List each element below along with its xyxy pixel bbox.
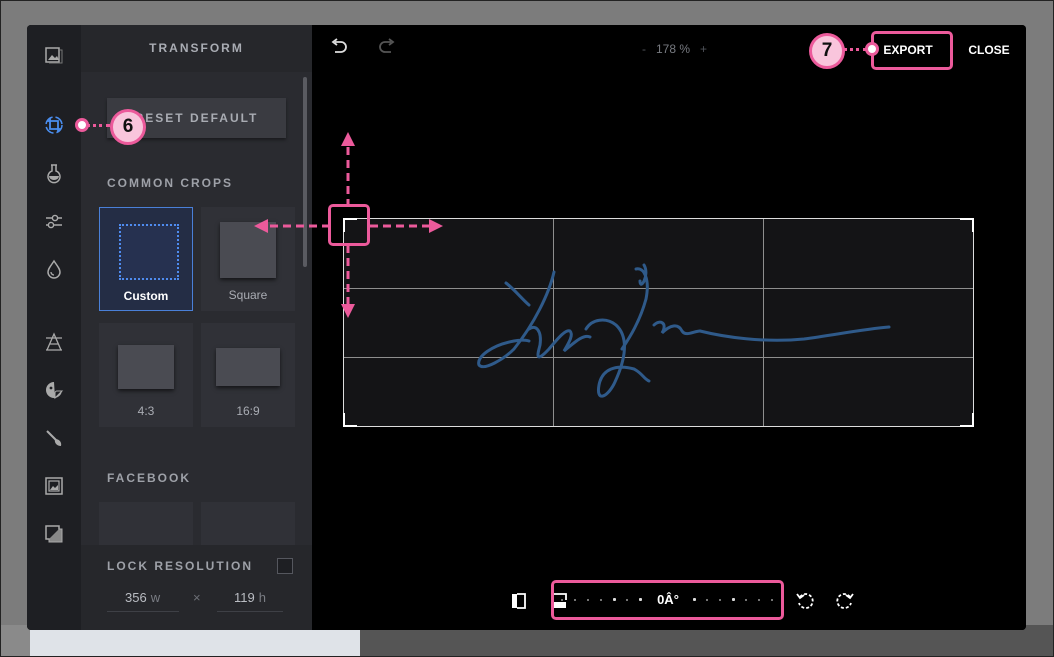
- callout-connector: [86, 124, 110, 127]
- rotation-callout: [551, 580, 784, 620]
- export-callout: [871, 31, 953, 70]
- callout-badge-7: 7: [809, 33, 845, 69]
- crop-handle-callout: [328, 204, 370, 246]
- callout-connector: [843, 48, 867, 51]
- callout-dot: [865, 42, 879, 56]
- callout-badge-6: 6: [110, 109, 146, 145]
- callout-dot: [75, 118, 89, 132]
- annotation-arrows: [254, 132, 443, 318]
